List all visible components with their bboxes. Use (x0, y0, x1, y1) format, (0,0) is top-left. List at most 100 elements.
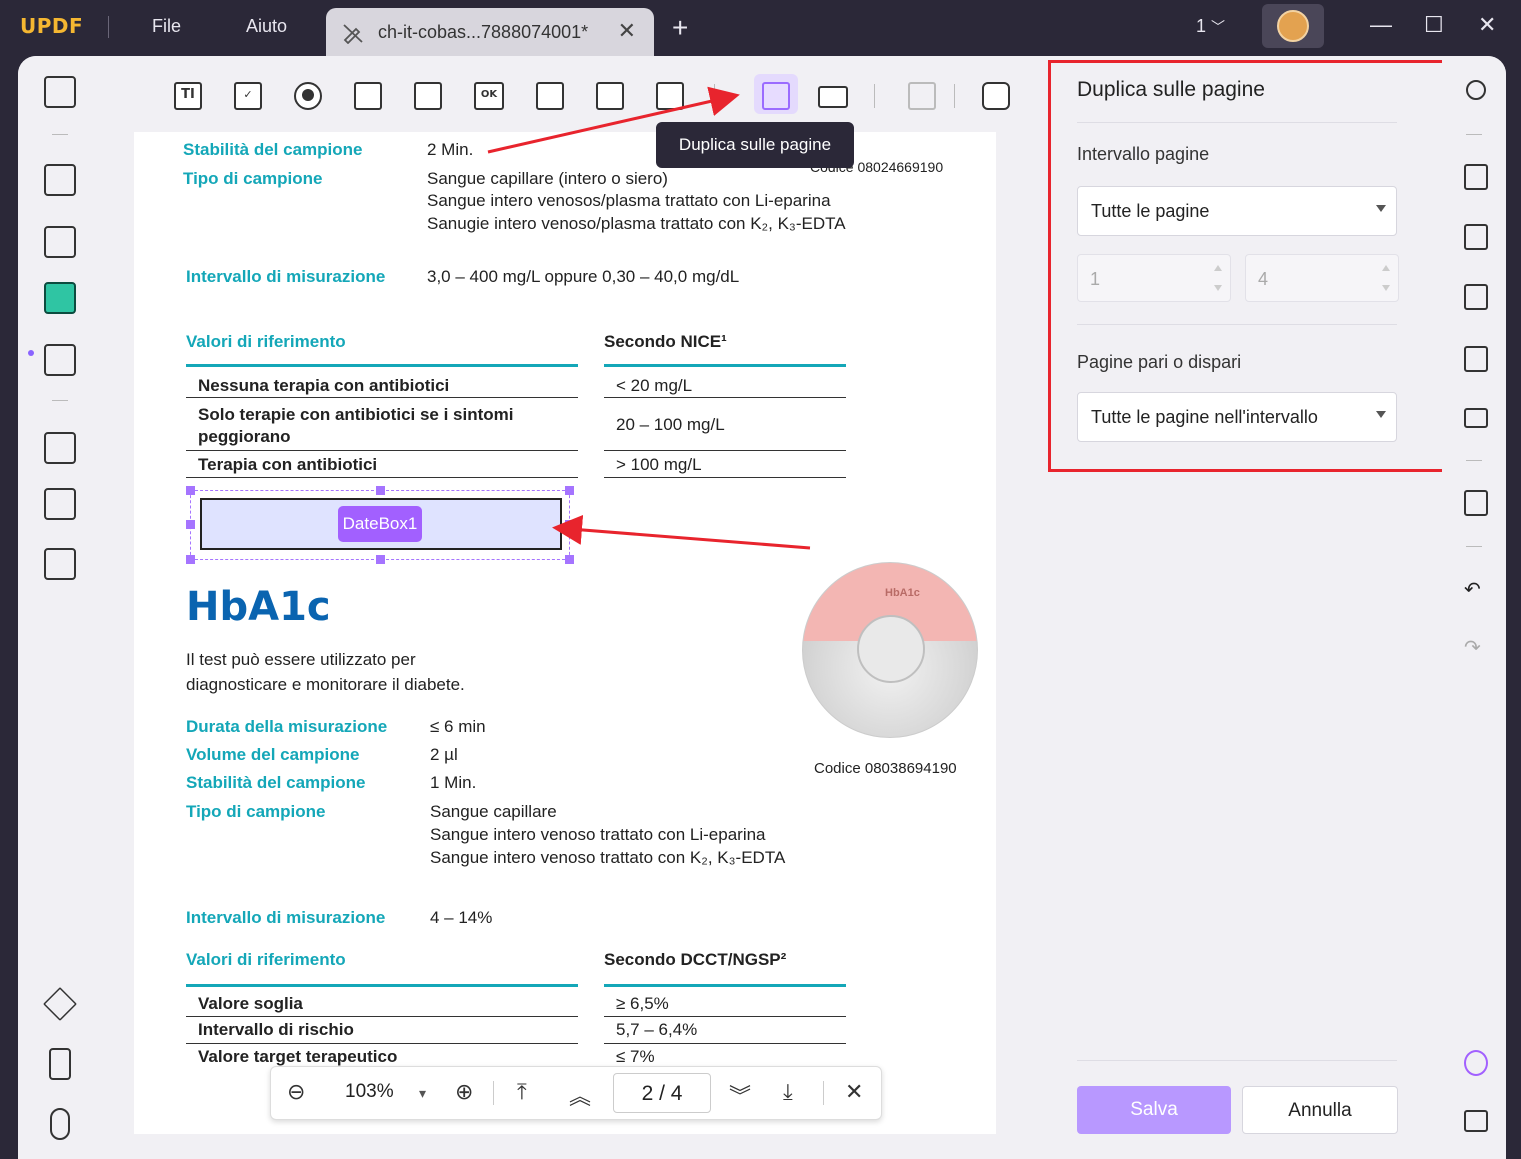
row-value: Sangue intero venosos/plasma trattato co… (427, 191, 831, 210)
menu-help[interactable]: Aiuto (246, 16, 287, 37)
resize-handle[interactable] (186, 520, 195, 529)
reference-label: Valori di riferimento (186, 332, 346, 351)
to-page-value: 4 (1258, 269, 1269, 289)
email-icon[interactable] (1464, 408, 1488, 428)
product-core (857, 615, 925, 683)
text-field-tool[interactable]: TI (174, 82, 202, 110)
table-cell: 5,7 – 6,4% (616, 1020, 698, 1039)
search-icon[interactable] (1466, 80, 1486, 100)
close-navbar-icon[interactable]: ✕ (845, 1079, 863, 1105)
edit-pdf-icon[interactable] (44, 226, 76, 258)
comment-icon[interactable] (44, 164, 76, 196)
maximize-button[interactable]: ☐ (1424, 12, 1444, 38)
protect-file-icon[interactable] (1464, 284, 1488, 310)
resize-handle[interactable] (565, 520, 574, 529)
checkbox-tool[interactable]: ✓ (234, 82, 262, 110)
align-tool[interactable] (908, 82, 936, 110)
pdf-page[interactable]: Stabilità del campione 2 Min. Tipo di ca… (134, 132, 996, 1134)
resize-handle[interactable] (376, 555, 385, 564)
prepare-form-icon[interactable] (44, 282, 76, 314)
radio-dot-icon (302, 89, 314, 101)
parity-select[interactable]: Tutte le pagine nell'intervallo (1077, 392, 1397, 442)
crop-icon[interactable] (44, 488, 76, 520)
table-cell: Solo terapie con antibiotici se i sintom… (198, 405, 514, 446)
zoom-dropdown-icon[interactable]: ▾ (419, 1085, 426, 1102)
fill-sign-icon[interactable] (44, 344, 76, 376)
duplicate-pages-tool[interactable] (762, 82, 790, 110)
spin-down-icon (1214, 285, 1222, 291)
new-tab-button[interactable]: + (672, 12, 688, 44)
active-indicator (28, 350, 34, 356)
reader-icon[interactable] (44, 76, 76, 108)
spec-value: 2 µl (430, 745, 458, 764)
bookmark-icon[interactable] (49, 1048, 71, 1080)
spec-label: Tipo di campione (186, 802, 326, 821)
page-range-select[interactable]: Tutte le pagine (1077, 186, 1397, 236)
close-window-button[interactable]: ✕ (1478, 12, 1496, 38)
menu-file[interactable]: File (152, 16, 181, 37)
tools-icon[interactable] (982, 82, 1010, 110)
organize-pages-icon[interactable] (44, 432, 76, 464)
teal-rule (186, 364, 578, 367)
first-page-icon[interactable]: ⤒ (517, 1079, 527, 1105)
range-value: 4 – 14% (430, 908, 493, 927)
redo-icon[interactable]: ↷ (1464, 636, 1488, 662)
table-rule (186, 477, 578, 478)
window-count-value: 1 (1196, 16, 1207, 36)
zoom-in-icon[interactable]: ⊕ (455, 1079, 473, 1105)
button-tool[interactable]: OK (474, 82, 504, 110)
spec-value: 1 Min. (430, 773, 477, 792)
avatar[interactable] (1262, 4, 1324, 48)
save-button[interactable]: Salva (1077, 1086, 1231, 1134)
ai-assistant-icon[interactable] (1464, 1050, 1488, 1076)
row-label: Stabilità del campione (183, 140, 363, 159)
close-tab-icon[interactable]: ✕ (618, 18, 636, 44)
page-range-value: Tutte le pagine (1091, 201, 1210, 221)
last-page-icon[interactable]: ⤓ (783, 1079, 793, 1105)
ocr-icon[interactable] (1464, 164, 1488, 190)
resize-handle[interactable] (376, 486, 385, 495)
image-field-tool[interactable] (536, 82, 564, 110)
undo-icon[interactable]: ↶ (1464, 578, 1488, 604)
product-label: HbA1c (885, 587, 920, 599)
zoom-level[interactable]: 103% (345, 1081, 394, 1103)
combo-box-tool[interactable] (354, 82, 382, 110)
row-value: 2 Min. (427, 140, 474, 159)
next-page-icon[interactable]: ︾ (729, 1079, 751, 1111)
arrange-grid-tool[interactable] (818, 86, 848, 108)
comment-panel-icon[interactable] (1464, 1110, 1488, 1132)
table-rule (186, 1043, 578, 1044)
sidebar-divider (52, 134, 68, 135)
minimize-button[interactable]: — (1370, 12, 1392, 38)
resize-handle[interactable] (565, 486, 574, 495)
spec-label: Volume del campione (186, 745, 360, 764)
window-count[interactable]: 1 ﹀ (1196, 16, 1225, 37)
document-tab[interactable]: ch-it-cobas...7888074001* ✕ (326, 8, 654, 56)
layers-icon[interactable] (43, 987, 77, 1021)
duplicate-panel: Duplica sulle pagine Intervallo pagine T… (1052, 56, 1442, 1159)
table-cell: Nessuna terapia con antibiotici (198, 376, 450, 395)
resize-handle[interactable] (186, 486, 195, 495)
resize-handle[interactable] (565, 555, 574, 564)
convert-icon[interactable] (1464, 224, 1488, 250)
date-field-tool[interactable] (596, 82, 624, 110)
zoom-out-icon[interactable]: ⊖ (287, 1079, 305, 1105)
panel-divider (1077, 122, 1397, 123)
share-icon[interactable] (1464, 346, 1488, 372)
row-value: Sanugie intero venoso/plasma trattato co… (427, 214, 846, 233)
cancel-button[interactable]: Annulla (1242, 1086, 1398, 1134)
row-value: Sangue capillare (intero o siero) (427, 169, 668, 188)
parity-label: Pagine pari o dispari (1077, 352, 1242, 372)
previous-page-icon[interactable]: ︽ (569, 1079, 591, 1111)
updf-logo: UPDF (20, 14, 83, 38)
resize-handle[interactable] (186, 555, 195, 564)
radio-button-tool[interactable] (294, 82, 322, 110)
page-number-input[interactable]: 2 / 4 (613, 1073, 711, 1113)
attachment-icon[interactable] (50, 1108, 70, 1140)
list-box-tool[interactable] (414, 82, 442, 110)
panel-title: Duplica sulle pagine (1077, 78, 1265, 101)
save-file-icon[interactable] (1464, 490, 1488, 516)
signature-field-tool[interactable] (656, 82, 684, 110)
right-toolbar: ↶ ↷ (1442, 56, 1506, 1159)
protect-icon[interactable] (44, 548, 76, 580)
